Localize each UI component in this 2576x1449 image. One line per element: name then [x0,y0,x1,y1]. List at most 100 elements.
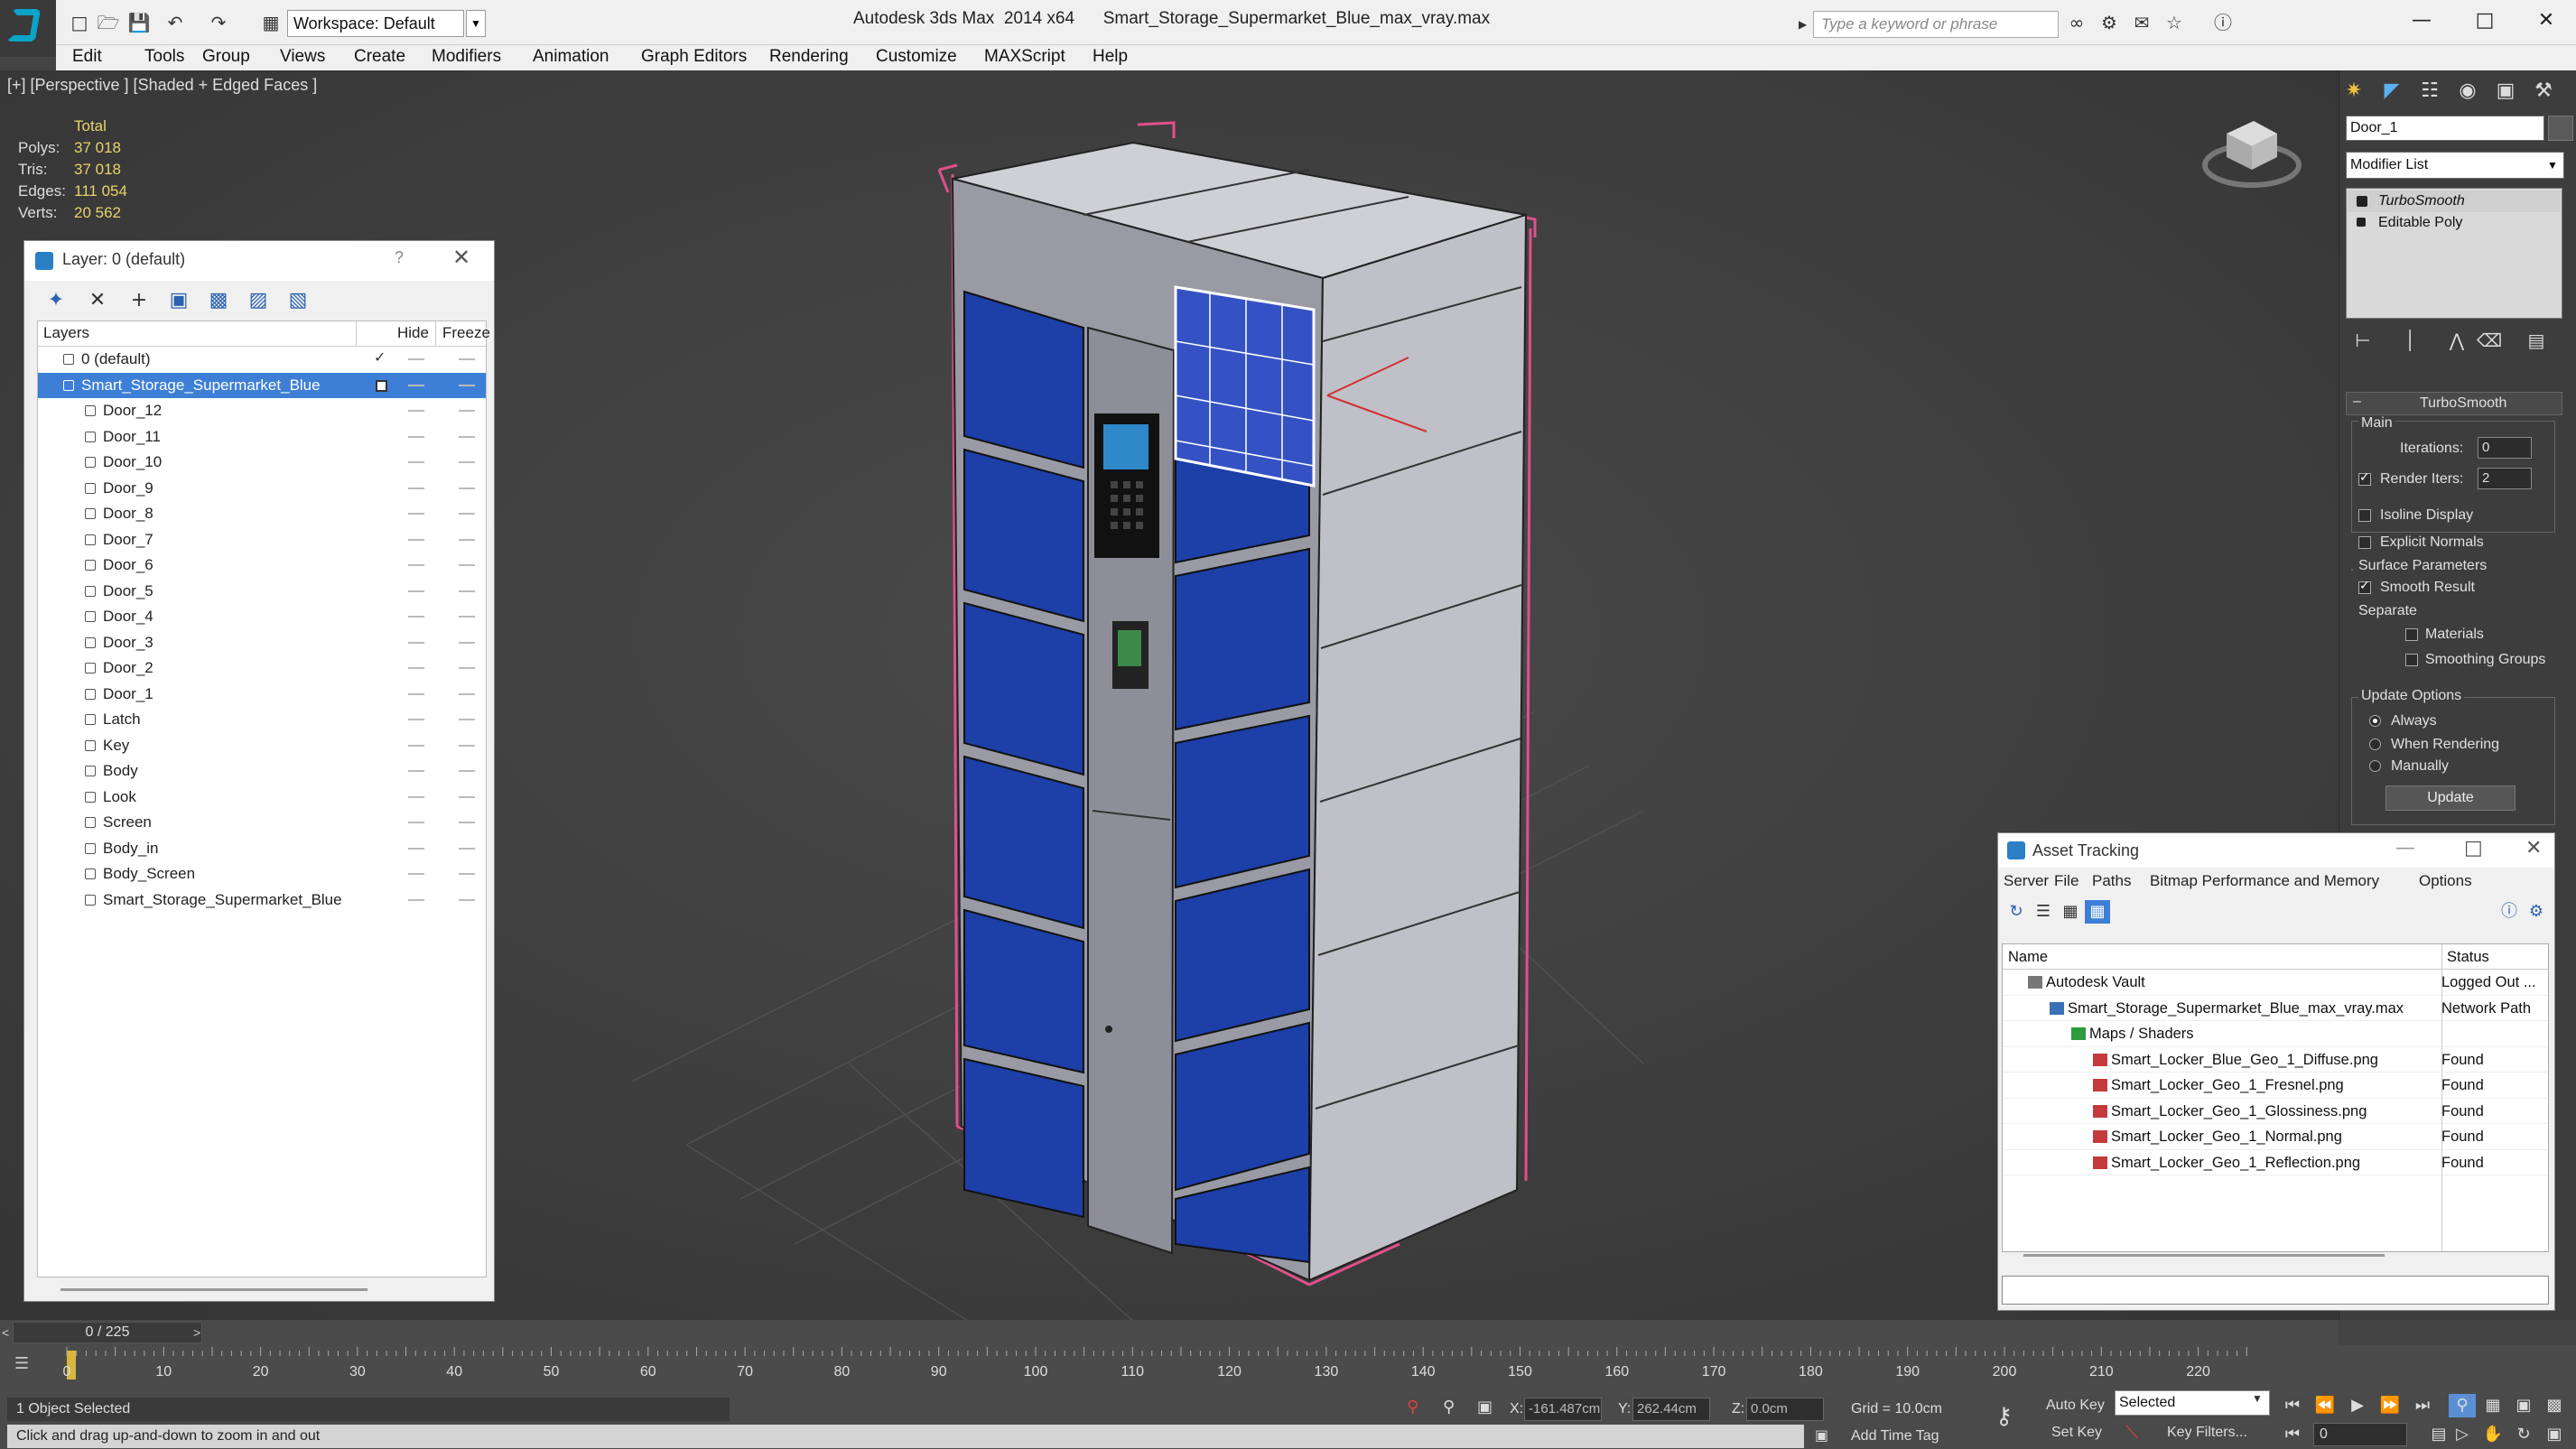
set-key-button[interactable]: Set Key [2051,1425,2102,1441]
col-layers[interactable]: Layers [43,324,89,342]
lightbulb-icon[interactable] [2357,196,2367,207]
freeze-toggle[interactable] [459,795,475,798]
z-coordinate-field[interactable]: 0.0cm [1746,1398,1824,1421]
freeze-toggle[interactable] [459,847,475,850]
update-button[interactable]: Update [2385,785,2516,811]
display-tab-icon[interactable]: ▣ [2490,76,2521,107]
time-slider-thumb[interactable]: 0 / 225 [13,1322,202,1343]
hide-toggle[interactable] [408,692,424,695]
show-end-result-icon[interactable]: │ [2396,327,2423,354]
thumbnail-view-icon[interactable]: ▦ [2058,900,2083,924]
key-mode-icon[interactable]: ⏮ [2279,1423,2306,1446]
menu-rendering[interactable]: Rendering [769,45,849,70]
auto-key-button[interactable]: Auto Key [2046,1398,2105,1414]
freeze-toggle[interactable] [459,744,475,747]
col-name[interactable]: Name [2008,949,2048,966]
layer-row[interactable]: Door_6 [38,553,486,579]
freeze-toggle[interactable] [459,873,475,875]
close-icon[interactable]: ✕ [2528,5,2564,36]
list-view-icon[interactable]: ☰ [2031,900,2056,924]
asset-menu-options[interactable]: Options [2419,872,2472,890]
layer-row[interactable]: Door_8 [38,501,486,527]
asset-row[interactable]: Smart_Locker_Blue_Geo_1_Diffuse.png Found [2003,1047,2548,1073]
layer-titlebar[interactable]: Layer: 0 (default) ? ✕ [24,241,494,281]
menu-customize[interactable]: Customize [876,45,957,70]
stack-item-turbosmooth[interactable]: TurboSmooth [2348,190,2561,212]
hide-toggle[interactable] [408,795,424,798]
freeze-toggle[interactable] [459,770,475,772]
maximize-icon[interactable]: □ [2467,5,2503,36]
layer-row[interactable]: 0 (default) ✓ [38,347,486,373]
utilities-tab-icon[interactable]: ⚒ [2528,76,2559,107]
asset-row[interactable]: Smart_Locker_Geo_1_Reflection.png Found [2003,1150,2548,1175]
maximize-icon[interactable]: □ [2464,837,2483,859]
expand-icon[interactable] [2357,218,2366,227]
motion-tab-icon[interactable]: ◉ [2452,76,2483,107]
zoom-all-icon[interactable]: ▦ [2479,1394,2506,1417]
chevron-down-icon[interactable]: ▼ [2543,153,2562,177]
help-icon[interactable]: ⓘ [2497,900,2522,924]
hide-toggle[interactable] [408,744,424,747]
hide-toggle[interactable] [408,487,424,489]
asset-menu-file[interactable]: File [2054,872,2078,890]
layer-row[interactable]: Body_Screen [38,861,486,887]
highlight-layer-icon[interactable]: ▩ [205,288,232,313]
open-file-icon[interactable]: 🗁 [96,11,121,34]
col-status[interactable]: Status [2447,949,2489,966]
y-coordinate-field[interactable]: 262.44cm [1632,1398,1710,1421]
manually-radio[interactable] [2369,760,2381,772]
freeze-toggle[interactable] [459,435,475,438]
always-radio[interactable] [2369,715,2381,727]
layer-row[interactable]: Door_1 [38,682,486,708]
object-name-field[interactable]: Door_1 [2346,116,2544,141]
configure-sets-icon[interactable]: ▤ [2523,327,2550,354]
add-time-tag[interactable]: Add Time Tag [1851,1428,1939,1444]
menu-animation[interactable]: Animation [533,45,609,70]
asset-row[interactable]: Smart_Locker_Geo_1_Normal.png Found [2003,1124,2548,1150]
play-icon[interactable]: ▶ [2344,1394,2371,1417]
hide-toggle[interactable] [408,873,424,875]
asset-row[interactable]: Smart_Locker_Geo_1_Glossiness.png Found [2003,1099,2548,1124]
hide-toggle[interactable] [408,513,424,515]
asset-table[interactable]: Name Status Autodesk Vault Logged Out ...… [2002,943,2549,1252]
active-layer-check-icon[interactable]: ✓ [374,348,386,366]
lock-selection-icon[interactable]: ⚲ [1443,1398,1455,1416]
freeze-toggle[interactable] [459,410,475,412]
absolute-mode-icon[interactable]: ▣ [1477,1398,1493,1416]
communication-icon[interactable]: ✉ [2129,11,2154,34]
workspace-dropdown[interactable]: Workspace: Default [287,10,464,37]
app-menu-button[interactable] [0,0,56,57]
materials-checkbox[interactable] [2405,628,2418,641]
asset-row[interactable]: Maps / Shaders [2003,1021,2548,1047]
time-slider[interactable] [0,1320,2339,1345]
project-folder-icon[interactable]: ▦ [258,11,284,34]
asset-menu-server[interactable]: Server [2004,872,2049,890]
freeze-toggle[interactable] [459,487,475,489]
freeze-toggle[interactable] [459,513,475,515]
freeze-toggle[interactable] [459,641,475,644]
help-icon[interactable]: ⓘ [2210,11,2236,34]
close-icon[interactable]: ✕ [452,245,470,270]
smooth-result-checkbox[interactable] [2358,579,2371,594]
key-filters-button[interactable]: Key Filters... [2167,1425,2247,1441]
hide-toggle[interactable] [408,435,424,438]
field-of-view-icon[interactable]: ▷ [2449,1423,2476,1446]
hide-toggle[interactable] [408,590,424,592]
chevron-down-icon[interactable]: ▼ [2252,1392,2263,1405]
key-set-dropdown[interactable]: Selected [2115,1390,2270,1416]
menu-help[interactable]: Help [1093,45,1128,70]
viewport-label-menu[interactable]: [+] [Perspective ] [Shaded + Edged Faces… [7,76,317,95]
time-tag-icon[interactable]: ▣ [1815,1426,1828,1444]
hide-toggle[interactable] [408,461,424,463]
layer-row[interactable]: Door_4 [38,604,486,630]
when-rendering-radio[interactable] [2369,738,2381,750]
subscription-icon[interactable]: ⚙ [2097,11,2122,34]
zoom-icon[interactable]: ⚲ [2449,1394,2476,1417]
hide-toggle[interactable] [408,898,424,901]
menu-create[interactable]: Create [354,45,405,70]
layer-row[interactable]: Door_5 [38,579,486,605]
hide-toggle[interactable] [408,847,424,850]
select-objects-icon[interactable]: ▣ [165,288,192,313]
menu-modifiers[interactable]: Modifiers [432,45,501,70]
layer-row[interactable]: Smart_Storage_Supermarket_Blue [38,372,486,398]
